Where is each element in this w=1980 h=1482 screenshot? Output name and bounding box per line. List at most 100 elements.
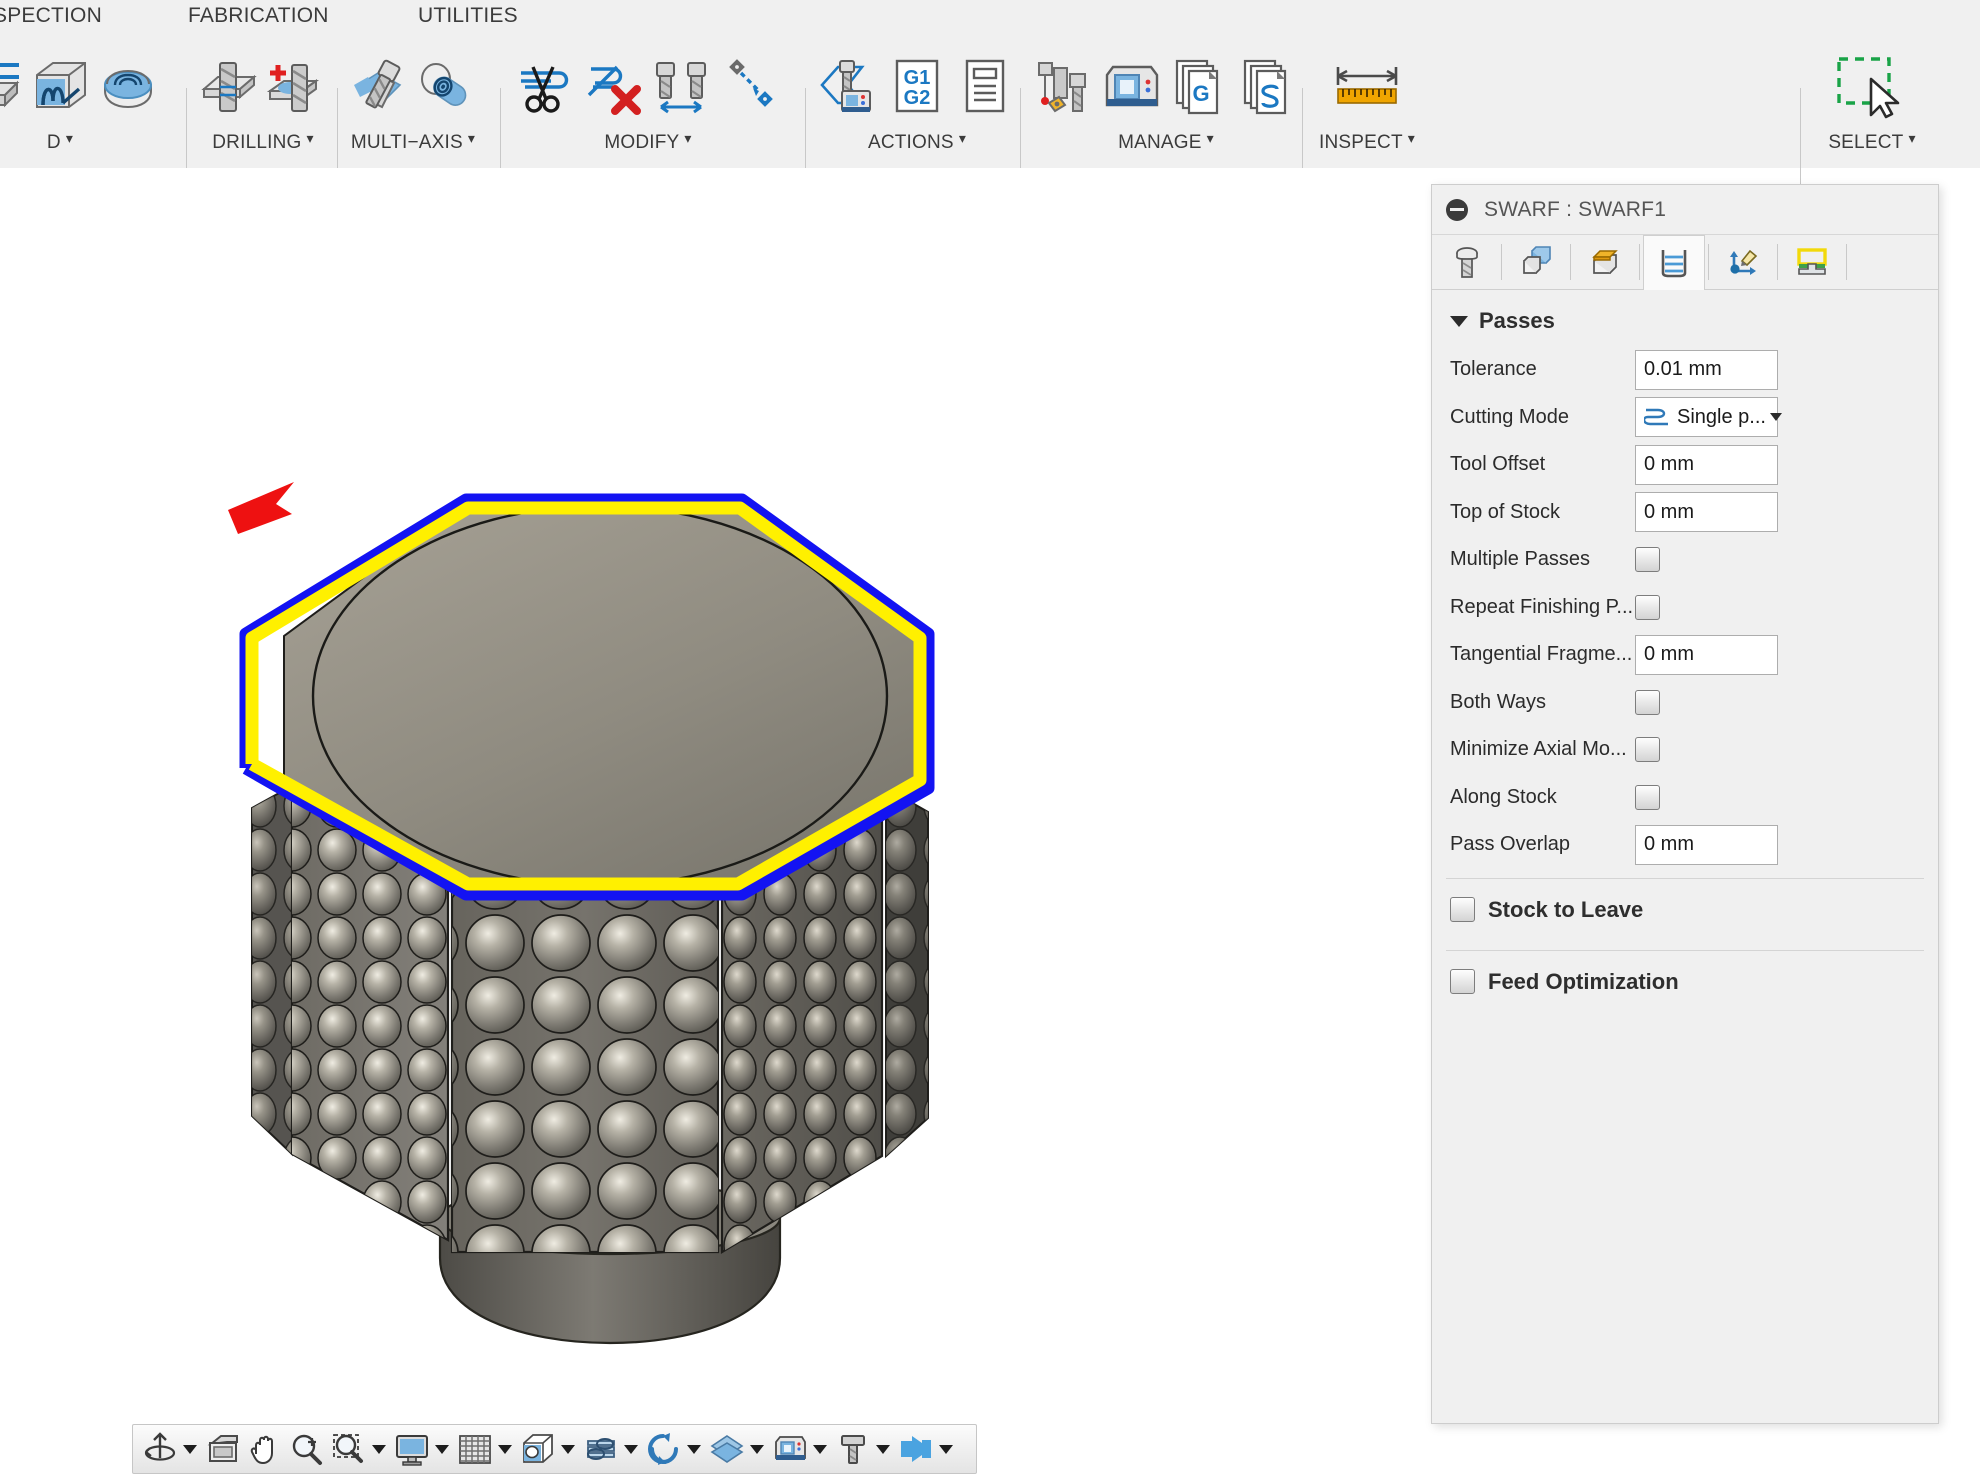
checkbox-minimize-axial-motion[interactable]: [1635, 737, 1660, 762]
chevron-down-icon[interactable]: [813, 1445, 827, 1454]
setup-sheet-button[interactable]: [951, 42, 1019, 130]
group-feed-optimization[interactable]: Feed Optimization: [1432, 951, 1938, 1013]
delete-toolpath-button[interactable]: [580, 42, 648, 130]
select-cutting-mode[interactable]: Single p...: [1635, 397, 1778, 437]
label-minimize-axial-motion: Minimize Axial Mo...: [1450, 738, 1635, 761]
chevron-down-icon[interactable]: [750, 1445, 764, 1454]
checkbox-both-ways[interactable]: [1635, 690, 1660, 715]
ribbon-tab-inspection[interactable]: SPECTION: [0, 4, 102, 28]
input-tangential-fragment[interactable]: 0 mm: [1635, 635, 1778, 675]
ribbon-tab-fabrication[interactable]: FABRICATION: [188, 4, 329, 28]
nav-object-visibility[interactable]: [706, 1427, 769, 1471]
machine-library-button[interactable]: [1098, 42, 1166, 130]
input-top-of-stock[interactable]: 0 mm: [1635, 492, 1778, 532]
tool-change-button[interactable]: [648, 42, 716, 130]
trim-toolpath-button[interactable]: [512, 42, 580, 130]
selection-filter-button[interactable]: [1812, 42, 1932, 130]
passes-section-header[interactable]: Passes: [1432, 290, 1938, 346]
nav-viewcube[interactable]: [517, 1427, 580, 1471]
swarf-button[interactable]: [345, 42, 413, 130]
ribbon-group-label-inspect[interactable]: INSPECT▾: [1319, 132, 1415, 164]
tab-passes[interactable]: [1643, 235, 1705, 290]
chevron-down-icon[interactable]: [939, 1445, 953, 1454]
nav-look-at[interactable]: [202, 1427, 244, 1471]
tab-stock[interactable]: [1781, 235, 1843, 289]
chevron-down-icon[interactable]: [498, 1445, 512, 1454]
chevron-down-icon[interactable]: [624, 1445, 638, 1454]
nav-tool-display[interactable]: [832, 1427, 895, 1471]
multi-axis-contour-button[interactable]: [413, 42, 481, 130]
bore-button[interactable]: [263, 42, 331, 130]
delete-x-icon: [583, 55, 645, 117]
row-multiple-passes: Multiple Passes: [1432, 536, 1938, 584]
tool-library-button[interactable]: [1030, 42, 1098, 130]
morphed-spiral-button[interactable]: [94, 42, 162, 130]
ribbon-tab-utilities[interactable]: UTILITIES: [418, 4, 518, 28]
label-tool-offset: Tool Offset: [1450, 453, 1635, 476]
chevron-down-icon: ▾: [1207, 130, 1214, 147]
nav-refresh[interactable]: [643, 1427, 706, 1471]
hand-icon: [247, 1432, 283, 1466]
tab-linking[interactable]: [1712, 235, 1774, 289]
simulate-button[interactable]: [815, 42, 883, 130]
dialog-body: Passes Tolerance 0.01 mm Cutting Mode Si…: [1432, 290, 1938, 1013]
collapse-icon[interactable]: [1446, 199, 1468, 221]
triangle-down-icon: [1450, 316, 1468, 327]
viewcube-icon: [520, 1432, 556, 1466]
dialog-title: SWARF : SWARF1: [1484, 198, 1666, 222]
drill-button[interactable]: [195, 42, 263, 130]
nav-zoom[interactable]: [286, 1427, 328, 1471]
nav-display-settings[interactable]: [391, 1427, 454, 1471]
chevron-down-icon[interactable]: [561, 1445, 575, 1454]
nav-orbit[interactable]: [139, 1427, 202, 1471]
document-icon: [954, 55, 1016, 117]
chevron-down-icon: ▾: [684, 130, 691, 147]
transform-button[interactable]: [716, 42, 784, 130]
tool-tab-icon: [1451, 245, 1483, 279]
checkbox-feed-optimization[interactable]: [1450, 969, 1475, 994]
ruler-icon: [1330, 55, 1404, 117]
chevron-down-icon[interactable]: [876, 1445, 890, 1454]
row-tangential-fragment: Tangential Fragme... 0 mm: [1432, 631, 1938, 679]
nav-grid-snaps[interactable]: [454, 1427, 517, 1471]
tab-separator: [1846, 244, 1847, 280]
ribbon-group-label-3d[interactable]: D▾: [47, 132, 73, 164]
parallel-toolpath-button[interactable]: [0, 42, 26, 130]
input-pass-overlap[interactable]: 0 mm: [1635, 825, 1778, 865]
tab-geometry[interactable]: [1505, 235, 1567, 289]
nav-zoom-window[interactable]: [328, 1427, 391, 1471]
nav-stock-display[interactable]: [895, 1427, 958, 1471]
scallop-toolpath-button[interactable]: [26, 42, 94, 130]
tab-heights[interactable]: [1574, 235, 1636, 289]
group-stock-to-leave[interactable]: Stock to Leave: [1432, 879, 1938, 941]
nav-machine-display[interactable]: [769, 1427, 832, 1471]
ribbon-group-label-select[interactable]: SELECT▾: [1828, 132, 1915, 164]
chevron-down-icon[interactable]: [372, 1445, 386, 1454]
measure-button[interactable]: [1312, 42, 1422, 130]
checkbox-repeat-finishing-pass[interactable]: [1635, 595, 1660, 620]
ribbon-group-label-drilling[interactable]: DRILLING▾: [212, 132, 313, 164]
checkbox-along-stock[interactable]: [1635, 785, 1660, 810]
input-tolerance[interactable]: 0.01 mm: [1635, 350, 1778, 390]
nav-pan[interactable]: [244, 1427, 286, 1471]
chevron-down-icon[interactable]: [183, 1445, 197, 1454]
chevron-down-icon[interactable]: [687, 1445, 701, 1454]
ribbon-group-label-actions[interactable]: ACTIONS▾: [868, 132, 966, 164]
row-both-ways: Both Ways: [1432, 679, 1938, 727]
input-tool-offset[interactable]: 0 mm: [1635, 445, 1778, 485]
chevron-down-icon[interactable]: [435, 1445, 449, 1454]
checkbox-stock-to-leave[interactable]: [1450, 897, 1475, 922]
tab-tool[interactable]: [1436, 235, 1498, 289]
post-process-button[interactable]: G1 G2: [883, 42, 951, 130]
linking-tab-icon: [1726, 245, 1760, 279]
ribbon-group-label-multi-axis[interactable]: MULTI−AXIS▾: [351, 132, 475, 164]
nav-visual-style[interactable]: [580, 1427, 643, 1471]
post-library-button[interactable]: G: [1166, 42, 1234, 130]
ribbon-group-label-modify[interactable]: MODIFY▾: [604, 132, 691, 164]
ribbon-group-label-manage[interactable]: MANAGE▾: [1118, 132, 1214, 164]
chevron-down-icon[interactable]: [1770, 413, 1782, 421]
viewport-canvas[interactable]: [0, 168, 1431, 1410]
two-tools-icon: [651, 55, 713, 117]
checkbox-multiple-passes[interactable]: [1635, 547, 1660, 572]
template-library-button[interactable]: [1234, 42, 1302, 130]
